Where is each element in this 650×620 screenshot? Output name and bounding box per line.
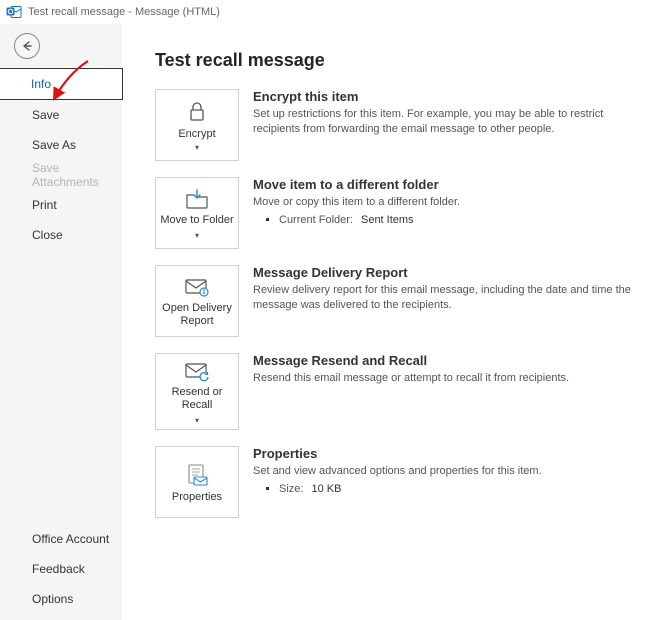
page-title: Test recall message	[155, 50, 634, 71]
sidebar-item-label: Print	[32, 198, 57, 212]
tile-label: Properties	[172, 491, 222, 504]
section-title: Move item to a different folder	[253, 177, 634, 192]
section-title: Message Resend and Recall	[253, 353, 634, 368]
sidebar-item-save[interactable]: Save	[0, 100, 122, 130]
sidebar-item-label: Feedback	[32, 562, 85, 576]
tile-label: Move to Folder	[160, 214, 233, 227]
section-title: Encrypt this item	[253, 89, 634, 104]
section-body: Review delivery report for this email me…	[253, 283, 634, 313]
section-body: Resend this email message or attempt to …	[253, 371, 634, 386]
section-title: Properties	[253, 446, 634, 461]
section-resend-recall: Resend or Recall ▾ Message Resend and Rec…	[155, 353, 634, 430]
sidebar-item-print[interactable]: Print	[0, 190, 122, 220]
sidebar-item-options[interactable]: Options	[0, 584, 122, 614]
properties-button[interactable]: Properties	[155, 446, 239, 518]
section-body: Set and view advanced options and proper…	[253, 464, 634, 479]
section-body: Move or copy this item to a different fo…	[253, 195, 634, 210]
chevron-down-icon: ▾	[195, 143, 199, 152]
sidebar-item-label: Save	[32, 108, 59, 122]
properties-icon	[184, 463, 210, 487]
outlook-icon	[6, 4, 22, 20]
sidebar-item-label: Info	[31, 77, 51, 91]
detail-key: Size:	[279, 483, 303, 495]
sidebar-item-feedback[interactable]: Feedback	[0, 554, 122, 584]
folder-move-icon	[184, 188, 210, 210]
sidebar-item-save-as[interactable]: Save As	[0, 130, 122, 160]
detail-value: Sent Items	[361, 214, 414, 226]
sidebar-bottom: Office Account Feedback Options	[0, 524, 122, 620]
section-move: Move to Folder ▾ Move item to a different…	[155, 177, 634, 249]
resend-or-recall-button[interactable]: Resend or Recall ▾	[155, 353, 239, 430]
envelope-refresh-icon	[183, 360, 211, 382]
section-body: Set up restrictions for this item. For e…	[253, 107, 634, 137]
sidebar-nav: Info Save Save As Save Attachments Print…	[0, 68, 122, 250]
back-button[interactable]	[14, 33, 40, 59]
detail-key: Current Folder:	[279, 214, 353, 226]
chevron-down-icon: ▾	[195, 231, 199, 240]
sidebar-item-label: Office Account	[32, 532, 109, 546]
encrypt-button[interactable]: Encrypt ▾	[155, 89, 239, 161]
sidebar-item-label: Save As	[32, 138, 76, 152]
sidebar-item-label: Close	[32, 228, 63, 242]
tile-label: Open Delivery Report	[158, 302, 236, 327]
sidebar-item-save-attachments: Save Attachments	[0, 160, 122, 190]
main-panel: Test recall message Encrypt ▾ Encrypt th…	[123, 24, 650, 620]
section-title: Message Delivery Report	[253, 265, 634, 280]
open-delivery-report-button[interactable]: Open Delivery Report	[155, 265, 239, 337]
sidebar-item-label: Save Attachments	[32, 161, 122, 189]
sidebar-item-label: Options	[32, 592, 73, 606]
backstage-sidebar: Info Save Save As Save Attachments Print…	[0, 24, 123, 620]
move-to-folder-button[interactable]: Move to Folder ▾	[155, 177, 239, 249]
detail-value: 10 KB	[311, 483, 341, 495]
sidebar-item-close[interactable]: Close	[0, 220, 122, 250]
tile-label: Resend or Recall	[158, 386, 236, 411]
envelope-info-icon	[183, 276, 211, 298]
lock-icon	[184, 100, 210, 124]
window-title: Test recall message - Message (HTML)	[28, 6, 220, 18]
back-arrow-icon	[20, 39, 34, 53]
section-encrypt: Encrypt ▾ Encrypt this item Set up restr…	[155, 89, 634, 161]
section-delivery-report: Open Delivery Report Message Delivery Re…	[155, 265, 634, 337]
sidebar-item-info[interactable]: Info	[0, 68, 123, 100]
sidebar-item-office-account[interactable]: Office Account	[0, 524, 122, 554]
chevron-down-icon: ▾	[195, 416, 199, 425]
section-properties: Properties Properties Set and view advan…	[155, 446, 634, 518]
tile-label: Encrypt	[178, 128, 215, 141]
window-titlebar: Test recall message - Message (HTML)	[0, 0, 650, 24]
